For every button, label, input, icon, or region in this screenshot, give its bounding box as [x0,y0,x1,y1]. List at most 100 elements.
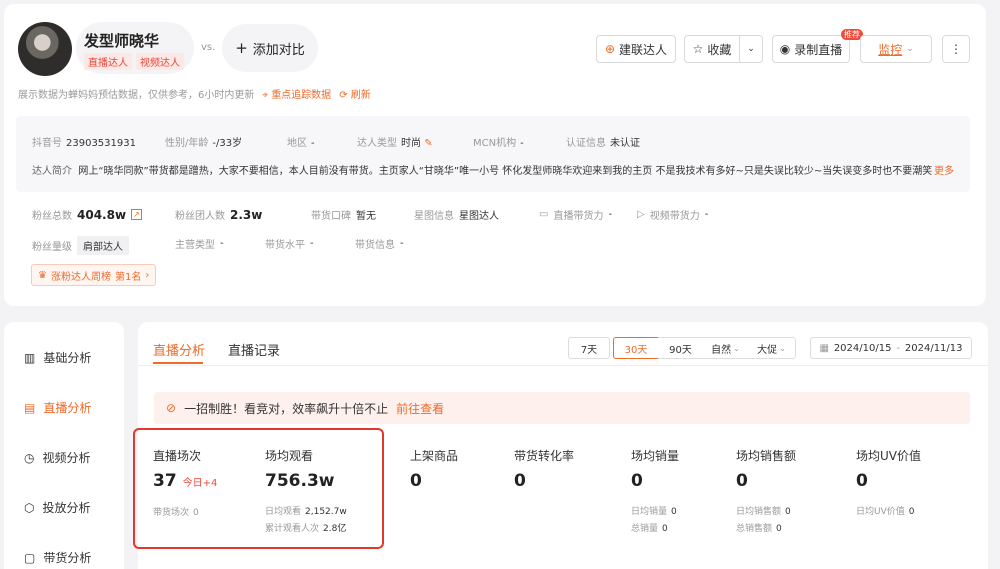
sidebar-item-ads[interactable]: ⬡ 投放分析 [24,499,91,516]
metric-total-watch: 累计观看人次 2.8亿 [265,524,347,534]
metric-uv-label: 场均UV价值 [856,449,921,463]
data-note: 展示数据为蝉妈妈预估数据，仅供参考，6小时内更新 ⌖ 重点追踪数据 ⟳ 刷新 [18,86,371,101]
metric-avg-watch-label: 场均观看 [265,449,314,463]
favorite-label: 收藏 [707,42,732,57]
date-separator: - [896,342,900,354]
certification: 认证信息 未认证 [566,138,640,149]
rank-value: 第1名 [114,271,142,283]
video-camera-icon: ▭ [539,209,549,220]
chevron-down-icon: ⌄ [733,343,740,353]
fan-level: 粉丝量级 肩部达人 [32,236,129,255]
track-link[interactable]: ⌖ 重点追踪数据 [262,86,331,101]
metric-goods-value: 0 [410,471,422,491]
metric-total-amount: 总销售额 0 [736,524,782,534]
record-icon: ◉ [779,42,791,56]
rank-chip[interactable]: ♛ 涨粉达人周榜 第1名 › [31,264,157,286]
tag-live: 直播达人 [84,53,132,70]
promo-text: 一招制胜！看竞对，效率飙升十倍不止 [184,401,389,416]
live-sales-power: ▭ 直播带货力 - [539,209,613,222]
range-30d[interactable]: 30天 [613,337,659,359]
metric-live-count-label: 直播场次 [153,449,202,463]
sidebar-item-sales[interactable]: ▢ 带货分析 [24,549,91,566]
metric-daily-amount: 日均销售额 0 [736,507,791,517]
chart-icon: ▥ [24,350,36,365]
range-7d[interactable]: 7天 [568,337,610,359]
metric-avg-amount-label: 场均销售额 [736,449,797,463]
influencer-name: 发型师晓华 [84,32,160,50]
metric-daily-watch: 日均观看 2,152.7w [265,507,347,517]
metric-daily-sales: 日均销量 0 [631,507,677,517]
chevron-right-icon: › [145,269,150,281]
range-natural[interactable]: 自然 ⌄ [703,337,749,359]
favorite-dropdown-button[interactable]: ⌄ [739,35,763,63]
note-text: 展示数据为蝉妈妈预估数据，仅供参考，6小时内更新 [18,90,255,101]
info-box [16,116,970,192]
metric-sales-sessions: 带货场次 0 [153,508,199,518]
edit-icon[interactable]: ✎ [424,138,432,149]
build-link-button[interactable]: ⊕ 建联达人 [596,35,676,63]
sidebar-item-video[interactable]: ◷ 视频分析 [24,449,91,466]
record-live-button[interactable]: ◉ 录制直播 [772,35,850,63]
chevron-down-icon: ⌄ [906,44,914,54]
metric-live-count-today: 今日+4 [182,478,218,489]
metric-uv-value: 0 [856,471,868,491]
gender-age: 性别/年龄 -/33岁 [165,138,243,149]
douyin-id: 抖音号 23903531931 [32,138,136,149]
influencer-type: 达人类型 时尚 ✎ [357,138,433,149]
active-tab-indicator [153,362,203,364]
intro-text: 网上“晓华同款”带货都是蹭热，大家不要相信，本人目前没有带货。主页家人“甘晓华”… [78,166,933,177]
metric-daily-uv: 日均UV价值 0 [856,507,915,517]
add-compare-button[interactable]: + 添加对比 [222,24,318,72]
date-range-picker[interactable]: ▦ 2024/10/15 - 2024/11/13 [810,337,972,359]
tag-video: 视频达人 [136,53,184,70]
add-compare-label: 添加对比 [252,42,305,58]
video-sales-power: ▷ 视频带货力 - [637,209,709,222]
crown-icon: ♛ [38,269,47,281]
range-promo[interactable]: 大促 ⌄ [748,337,796,359]
monitor-button[interactable]: 监控 ⌄ [860,35,932,63]
metric-total-sales: 总销量 0 [631,524,668,534]
date-start: 2024/10/15 [833,342,892,354]
build-link-label: 建联达人 [619,42,668,57]
play-icon: ◷ [24,450,35,465]
sidebar-item-basic[interactable]: ▥ 基础分析 [24,349,91,366]
range-90d[interactable]: 90天 [658,337,704,359]
refresh-link[interactable]: ⟳ 刷新 [339,86,371,101]
main-category: 主营类型 - [175,238,224,251]
metric-avg-sales-label: 场均销量 [631,449,680,463]
metric-conversion-label: 带货转化率 [514,449,575,463]
star-icon: ☆ [692,42,704,56]
record-live-label: 录制直播 [794,42,843,57]
tab-live-records[interactable]: 直播记录 [228,340,280,359]
promo-banner: ⊘ 一招制胜！看竞对，效率飙升十倍不止 前往查看 [154,392,970,424]
reputation: 带货口碑 暂无 [311,211,376,222]
rank-label: 涨粉达人周榜 [50,271,111,283]
metric-avg-amount-value: 0 [736,471,748,491]
more-menu-button[interactable]: ⋮ [942,35,970,63]
track-label: 重点追踪数据 [271,90,332,101]
promo-link[interactable]: 前往查看 [396,400,444,417]
more-vertical-icon: ⋮ [950,42,962,56]
chevron-down-icon: ⌄ [747,44,755,54]
link-icon: ⊕ [604,42,616,56]
metric-live-count: 37 今日+4 [153,471,217,491]
mcn: MCN机构 - [473,138,524,149]
refresh-label: 刷新 [350,90,371,101]
intro-label: 达人简介 [32,166,72,177]
favorite-button[interactable]: ☆ 收藏 [684,35,740,63]
sales-info: 带货信息 - [355,238,404,251]
cube-icon: ⬡ [24,500,35,515]
sidebar-item-live[interactable]: ▤ 直播分析 [24,399,91,416]
intro-more-link[interactable]: 更多 [934,162,954,177]
intro: 达人简介 网上“晓华同款”带货都是蹭热，大家不要相信，本人目前没有带货。主页家人… [32,162,932,177]
avatar[interactable] [18,22,72,76]
calendar-icon: ▦ [819,342,829,354]
tag-list: 直播达人 视频达人 [84,53,184,70]
tab-live-analysis[interactable]: 直播分析 [153,340,205,359]
vs-label: vs. [201,42,216,53]
metric-avg-watch-value: 756.3w [265,471,335,491]
trend-icon[interactable]: ↗ [131,209,142,220]
compass-icon: ⊘ [166,401,177,415]
live-icon: ▤ [24,400,36,415]
region: 地区 - [287,138,315,149]
